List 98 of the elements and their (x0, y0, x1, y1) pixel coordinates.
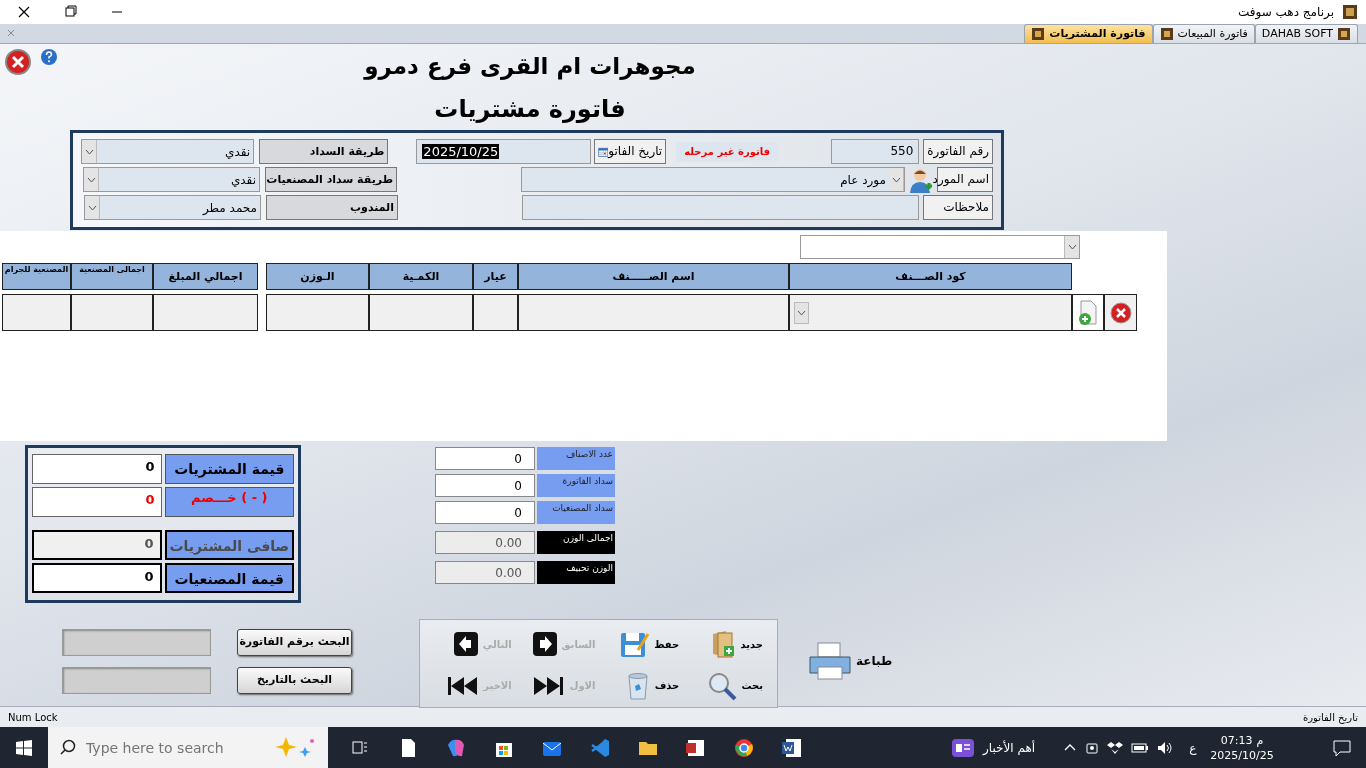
tab-icon (1031, 27, 1046, 41)
caret-icon (84, 148, 94, 155)
tab[interactable]: فاتورة المشتريات (1024, 24, 1153, 43)
dropbox-icon[interactable] (1107, 740, 1124, 755)
toolbar-button[interactable]: بحث (679, 665, 763, 706)
item-dropdown[interactable] (800, 235, 1080, 259)
total-value-field: 0 (32, 454, 162, 484)
caret-icon (86, 176, 96, 183)
counter-field: 0.00 (435, 561, 535, 584)
language-indicator[interactable]: ع (1189, 738, 1197, 757)
column-header: الـوزن (266, 263, 369, 290)
item-code-dropdown[interactable] (789, 294, 1072, 331)
battery-icon[interactable] (1131, 741, 1150, 754)
counter-field[interactable]: 0 (435, 474, 535, 497)
status-label: فاتورة غير مرحله (676, 141, 779, 162)
tab[interactable]: فاتورة المبيعات (1152, 24, 1255, 43)
printer-icon (808, 641, 852, 681)
search-icon (707, 670, 738, 701)
clock-time: 07:13 (1220, 732, 1253, 748)
company-name: مجوهرات ام القرى فرع دمرو (362, 52, 697, 82)
total-label: خـــصم ( - ) (164, 487, 294, 517)
counter-label: سداد الفاتورة (537, 474, 615, 497)
column-header: المصنعية للجرام (2, 263, 71, 290)
print-button[interactable]: طباعة (808, 641, 893, 681)
total-label: قيمة المصنعيات (164, 563, 294, 593)
payment-dropdown[interactable]: نقدي (81, 139, 255, 164)
total-label: قيمة المشتريات (164, 454, 294, 484)
tab-icon (1159, 27, 1174, 41)
search-button[interactable]: البحث برقم الفاتورة (237, 629, 352, 656)
form-title: فاتورة مشتريات (433, 94, 627, 125)
field-label: طريقة السداد (259, 139, 389, 164)
caret-icon (797, 309, 806, 316)
tab[interactable]: DAHAB SOFT (1254, 24, 1358, 43)
word-icon[interactable] (781, 736, 803, 759)
caret-icon (1067, 244, 1077, 250)
person-icon[interactable] (908, 166, 934, 193)
search-field[interactable] (62, 667, 211, 694)
counter-field: 0.00 (435, 531, 535, 554)
floppy-disk-icon (620, 630, 651, 658)
search-icon (60, 739, 76, 755)
app-icon (1342, 4, 1358, 20)
taskbar-search-field[interactable]: Type here to search (48, 727, 328, 768)
notes-field[interactable] (522, 195, 919, 220)
column-header: الكمـية (369, 263, 473, 290)
volume-icon[interactable] (1157, 740, 1174, 755)
tab-icon (1337, 27, 1351, 41)
supplier-dropdown[interactable]: مورد عام (521, 167, 905, 192)
total-value-field: 0 (32, 530, 162, 560)
toolbar-button[interactable]: جديد (679, 624, 763, 664)
delete-icon[interactable] (1109, 301, 1132, 324)
status-text: تاريخ الفاتورة (1302, 710, 1358, 725)
fast-forward-icon (531, 674, 566, 697)
column-header: اسم الصـــــنف (518, 263, 789, 290)
counter-label: سداد المصنعيات (537, 501, 615, 524)
table-cell (2, 294, 71, 331)
caret-icon (891, 176, 901, 183)
field-label: المندوب (266, 195, 398, 220)
status-text: Num Lock (8, 710, 58, 725)
window-title: برنامج دهب سوفت (1238, 4, 1334, 21)
counter-label: اجمالى الوزن (537, 531, 615, 554)
field-label: تاريخ الفاتو (608, 143, 663, 161)
search-button[interactable]: البحث بالتاريخ (237, 667, 352, 694)
total-label: صافى المشتريات (164, 530, 294, 560)
help-icon[interactable] (40, 48, 58, 66)
total-value-field: 0 (32, 487, 162, 517)
clock-period: م (1256, 732, 1264, 748)
counter-field[interactable]: 0 (435, 501, 535, 524)
column-header: اجمالى المصنعية (71, 263, 153, 290)
invoice-number-field[interactable]: 550 (831, 139, 920, 164)
camera-icon[interactable] (1085, 740, 1100, 755)
notification-icon[interactable] (1333, 738, 1351, 757)
payment-dropdown[interactable]: نقدي (83, 167, 260, 192)
field-label: ملاحظات (923, 195, 993, 220)
column-header: كود الصـــنف (789, 263, 1072, 290)
close-circle-icon[interactable] (4, 48, 32, 76)
news-text[interactable]: أهم الأخبار (983, 738, 1036, 757)
add-file-icon[interactable] (1077, 299, 1099, 326)
column-header: عيار (473, 263, 518, 290)
column-header: اجمالي المبلغ (153, 263, 258, 290)
code-editor-icon[interactable] (589, 736, 611, 759)
counter-label: عدد الاصناف (537, 447, 615, 470)
total-value-field: 0 (32, 563, 162, 593)
toolbar-button[interactable]: حذف (595, 665, 680, 706)
folder-icon (710, 630, 737, 658)
search-field[interactable] (62, 629, 211, 656)
field-label: رقم الفاتورة (923, 139, 993, 164)
caret-icon (87, 204, 97, 211)
table-cell (473, 294, 518, 331)
field-label: طريقة سداد المصنعيات (265, 167, 397, 192)
toolbar-button[interactable]: حفظ (595, 624, 680, 664)
windows-icon[interactable] (16, 739, 32, 756)
counter-field[interactable]: 0 (435, 447, 535, 470)
counter-label: الوزن تحبيف (537, 561, 615, 584)
rewind-icon (445, 674, 480, 697)
date-field[interactable]: 2025/10/25 (416, 139, 591, 164)
payment-dropdown[interactable]: محمد مطر (84, 195, 261, 220)
browser-icon[interactable] (733, 736, 755, 759)
clock-date: 2025/10/25 (1210, 747, 1274, 763)
